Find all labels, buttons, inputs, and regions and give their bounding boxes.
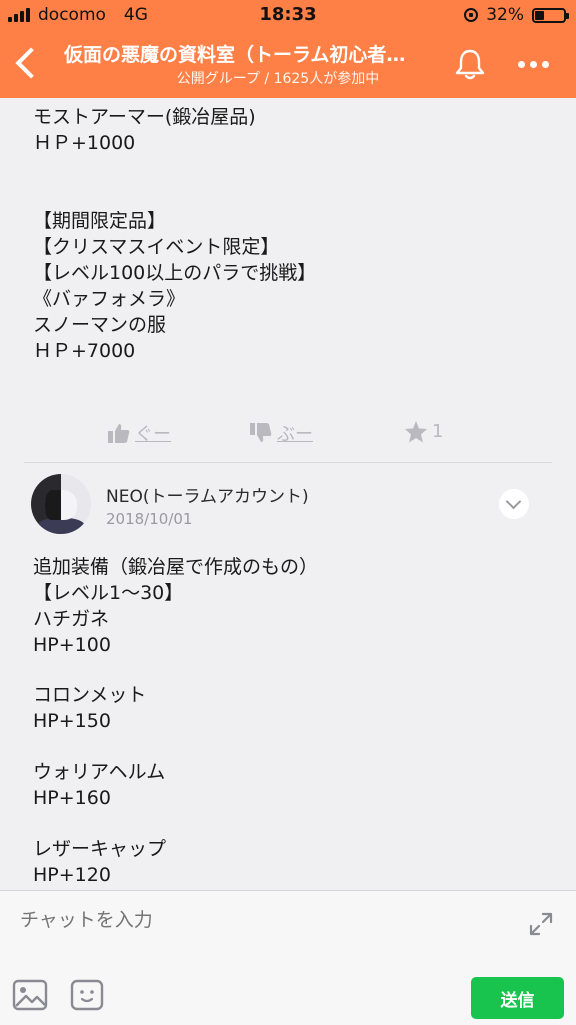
battery-icon (532, 7, 569, 23)
bad-button[interactable]: ぶー (249, 420, 313, 446)
status-bar: docomo 4G 18:33 32% (0, 0, 576, 30)
avatar[interactable] (31, 474, 91, 534)
chat-header: 仮面の悪魔の資料室（トーラム初心者… 公開グループ / 1625人が参加中 (0, 30, 576, 98)
bell-icon[interactable] (452, 46, 488, 82)
chevron-down-icon[interactable] (499, 489, 529, 519)
chat-input-bar: 送信 (0, 890, 576, 1025)
bad-label: ぶー (277, 424, 313, 445)
battery-percent: 32% (486, 5, 524, 25)
post-text-block: レザーキャップ HP+120 (33, 838, 167, 886)
post-date: 2018/10/01 (106, 510, 193, 528)
post-text-block: コロンメット HP+150 (33, 684, 147, 732)
thumbs-down-icon (250, 423, 272, 442)
image-icon[interactable] (12, 979, 48, 1011)
rotation-lock-icon (464, 8, 479, 22)
post-text-block: 追加装備（鍛冶屋で作成のもの） 【レベル1〜30】 ハチガネ HP+100 (33, 556, 319, 656)
good-button[interactable]: ぐー (107, 420, 171, 446)
group-title[interactable]: 仮面の悪魔の資料室（トーラム初心者… (64, 40, 434, 67)
post-divider (24, 462, 552, 463)
more-icon[interactable] (508, 46, 558, 82)
author-name[interactable]: NEO(トーラムアカウント) (106, 482, 309, 507)
post-text-block: 【期間限定品】 【クリスマスイベント限定】 【レベル100以上のパラで挑戦】 《… (33, 210, 317, 362)
favorite-button[interactable]: 1 (404, 420, 443, 443)
sticker-icon[interactable] (70, 979, 104, 1011)
star-icon (405, 421, 427, 443)
chat-content[interactable]: モストアーマー(鍛冶屋品) ＨＰ+1000 【期間限定品】 【クリスマスイベント… (0, 98, 576, 890)
reaction-bar: ぐー ぶー 1 (0, 420, 576, 446)
group-subtitle: 公開グループ / 1625人が参加中 (176, 71, 380, 87)
post-text-block: モストアーマー(鍛冶屋品) ＨＰ+1000 (33, 106, 256, 154)
send-button[interactable]: 送信 (471, 977, 564, 1019)
thumbs-up-icon (108, 424, 130, 443)
good-label: ぐー (135, 424, 171, 445)
star-count: 1 (432, 421, 444, 442)
post-text-block: ウォリアヘルム HP+160 (33, 761, 166, 809)
expand-icon[interactable] (528, 911, 554, 937)
chat-input[interactable] (20, 905, 500, 935)
status-right: 32% (464, 5, 569, 25)
